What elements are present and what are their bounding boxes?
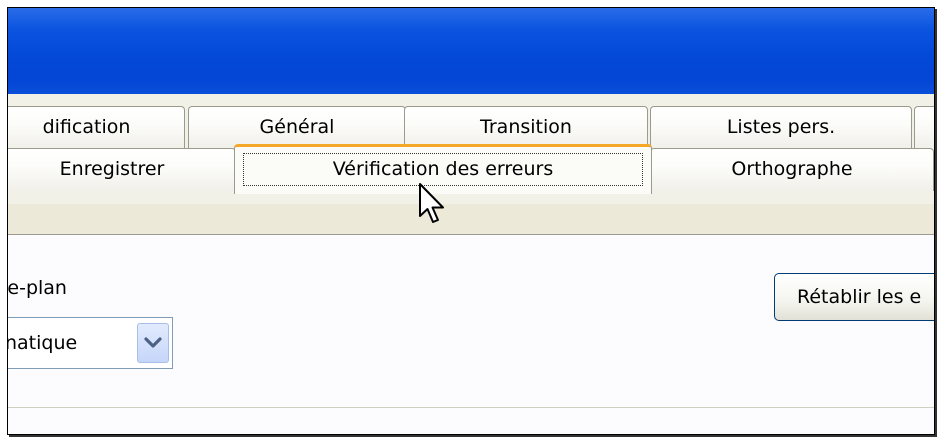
tab-modification[interactable]: dification (8, 106, 185, 148)
tab-general[interactable]: Général (188, 106, 406, 148)
tab-panel: re-plan natique Rétablir les e (8, 234, 934, 434)
tab-label: dification (42, 116, 131, 138)
section-label: re-plan (8, 277, 67, 299)
tab-transition[interactable]: Transition (404, 106, 648, 148)
tab-label: Enregistrer (59, 158, 165, 180)
select-value: natique (8, 332, 78, 354)
button-label: Rétablir les e (797, 286, 922, 308)
tab-orthographe[interactable]: Orthographe (650, 148, 934, 191)
tab-label: Listes pers. (726, 116, 836, 138)
reset-defaults-button[interactable]: Rétablir les e (774, 273, 934, 321)
tab-label: Transition (480, 116, 572, 138)
tab-label: Général (259, 116, 335, 138)
mouse-pointer-icon (418, 182, 448, 232)
tab-listes-pers[interactable]: Listes pers. (650, 106, 912, 148)
tab-label: Orthographe (731, 158, 853, 180)
divider (8, 407, 934, 408)
tab-label: Vérification des erreurs (332, 158, 554, 180)
mode-select[interactable]: natique (8, 317, 173, 369)
tab-enregistrer[interactable]: Enregistrer (8, 148, 236, 191)
tab-overflow[interactable] (914, 106, 934, 148)
dialog-window: dification Général Transition Listes per… (8, 8, 934, 434)
chevron-down-icon[interactable] (137, 323, 169, 363)
tab-strip: dification Général Transition Listes per… (8, 94, 934, 204)
title-bar[interactable] (8, 8, 934, 95)
